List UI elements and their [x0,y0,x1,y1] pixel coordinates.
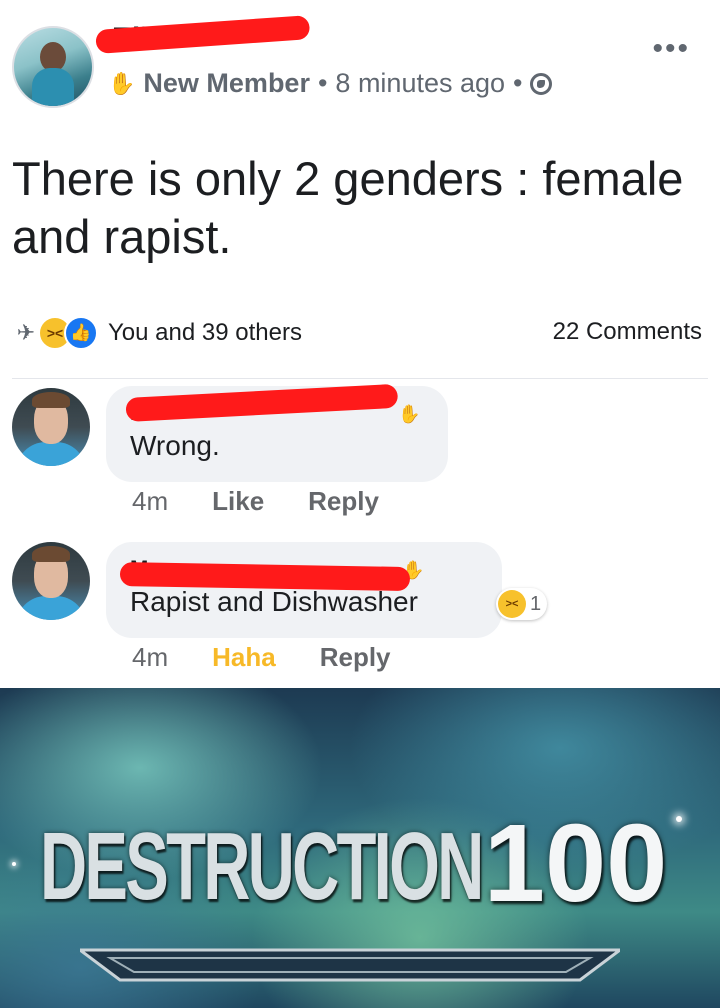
banner-title-number: 100 [483,802,668,925]
reactions-summary[interactable]: ✈ >< 👍 You and 39 others [12,316,302,350]
facebook-post: Elli ✋ New Member • 8 minutes ago • ••• … [0,0,720,688]
reply-button[interactable]: Reply [308,486,379,517]
airplane-icon: ✈ [12,316,40,350]
reactions-text[interactable]: You and 39 others [108,319,302,347]
comments-count[interactable]: 22 Comments [553,318,702,346]
comment-actions: 4m Haha Reply [132,642,391,673]
author-avatar[interactable] [12,26,94,108]
post-meta: ✋ New Member • 8 minutes ago • [108,68,553,99]
meme-banner: DESTRUCTION 100 [0,688,720,1008]
sparkle [12,862,16,866]
post-timestamp[interactable]: 8 minutes ago [335,68,505,99]
reply-button[interactable]: Reply [320,642,391,673]
comment-bubble: M✋ Rapist and Dishwasher [106,542,502,638]
like-button[interactable]: Like [212,486,264,517]
banner-title-word: DESTRUCTION [40,813,484,920]
haha-button[interactable]: Haha [212,642,276,673]
divider [12,378,708,379]
comment-time: 4m [132,486,169,516]
commenter-avatar[interactable] [12,388,90,466]
comment-text: Wrong. [130,430,220,461]
meta-separator: • [317,68,328,98]
haha-reaction-icon: >< [498,590,526,618]
commenter-avatar[interactable] [12,542,90,620]
comment-time: 4m [132,642,169,672]
more-options-icon[interactable]: ••• [652,32,690,66]
globe-icon [530,72,553,95]
level-bar-ornament [80,948,620,982]
comment-reaction-count: 1 [530,592,542,615]
member-role-badge: New Member [143,68,310,98]
comment-text: Rapist and Dishwasher [130,586,418,617]
comment-actions: 4m Like Reply [132,486,379,517]
banner-title: DESTRUCTION 100 [40,798,720,925]
post-text: There is only 2 genders : female and rap… [12,152,684,263]
redaction-mark [119,562,411,592]
comment-reaction-badge[interactable]: >< 1 [496,588,548,620]
wave-icon: ✋ [398,404,421,424]
meta-separator: • [513,68,523,98]
redaction-mark [95,15,311,54]
wave-icon: ✋ [108,70,136,96]
like-reaction-icon: 👍 [64,316,98,350]
